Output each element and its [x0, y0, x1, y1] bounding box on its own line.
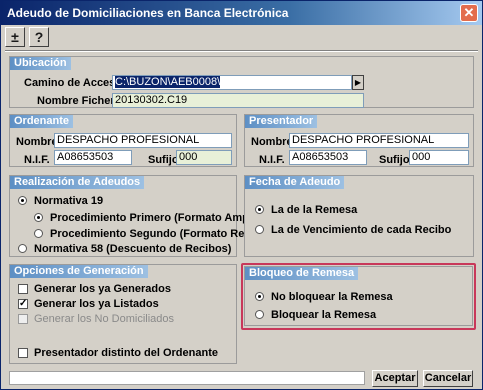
ordenante-sufijo-field[interactable]: 000 [176, 150, 232, 165]
generar-generados-checkbox[interactable] [18, 284, 28, 294]
normativa58-radio[interactable] [18, 244, 27, 253]
opciones-panel: Opciones de Generación Generar los ya Ge… [9, 264, 237, 364]
presentador-nombre-label: Nombre [251, 136, 293, 148]
presentador-distinto-label: Presentador distinto del Ordenante [34, 347, 218, 359]
browse-arrow-icon[interactable]: ▶ [352, 75, 364, 90]
normativa19-label: Normativa 19 [34, 195, 104, 207]
ubicacion-panel: Ubicación Camino de Acceso C:\BUZON\AEB0… [9, 56, 474, 108]
fecha-panel: Fecha de Adeudo La de la Remesa La de Ve… [244, 175, 474, 257]
dialog-window: Adeudo de Domiciliaciones en Banca Elect… [0, 0, 483, 390]
generar-generados-label: Generar los ya Generados [34, 283, 171, 295]
presentador-panel: Presentador Nombre DESPACHO PROFESIONAL … [244, 114, 474, 167]
ordenante-panel: Ordenante Nombre DESPACHO PROFESIONAL N.… [9, 114, 237, 167]
ordenante-sufijo-label: Sufijo [148, 154, 179, 166]
generar-listados-label: Generar los ya Listados [34, 298, 159, 310]
ordenante-nif-field[interactable]: A08653503 [54, 150, 132, 165]
aceptar-button[interactable]: Aceptar [372, 370, 418, 387]
camino-value: C:\BUZON\AEB0008\ [115, 76, 221, 88]
presentador-sufijo-label: Sufijo [379, 154, 410, 166]
proc-primero-radio[interactable] [34, 213, 43, 222]
realizacion-panel: Realización de Adeudos Normativa 19 Proc… [9, 175, 258, 257]
status-bar [9, 371, 365, 385]
presentador-nombre-field[interactable]: DESPACHO PROFESIONAL [289, 133, 469, 148]
no-bloquear-radio[interactable] [255, 292, 264, 301]
title-bar: Adeudo de Domiciliaciones en Banca Elect… [1, 1, 482, 25]
normativa19-radio[interactable] [18, 196, 27, 205]
proc-segundo-radio[interactable] [34, 229, 43, 238]
bloquear-label: Bloquear la Remesa [271, 309, 377, 321]
ubicacion-header: Ubicación [10, 57, 71, 70]
ordenante-nif-label: N.I.F. [24, 154, 50, 166]
presentador-sufijo-field[interactable]: 000 [409, 150, 469, 165]
fecha-vencimiento-label: La de Vencimiento de cada Recibo [271, 224, 452, 236]
cancelar-button[interactable]: Cancelar [423, 370, 473, 387]
fecha-remesa-radio[interactable] [255, 205, 264, 214]
presentador-nif-label: N.I.F. [259, 154, 285, 166]
ordenante-header: Ordenante [10, 115, 74, 128]
presentador-nif-field[interactable]: A08653503 [289, 150, 367, 165]
normativa58-label: Normativa 58 (Descuento de Recibos) [34, 243, 232, 255]
bloqueo-header: Bloqueo de Remesa [245, 267, 359, 280]
presentador-header: Presentador [245, 115, 318, 128]
presentador-distinto-checkbox[interactable] [18, 348, 28, 358]
camino-field[interactable]: C:\BUZON\AEB0008\ [112, 75, 352, 90]
generar-no-domiciliados-label: Generar los No Domiciliados [34, 313, 174, 325]
fecha-remesa-label: La de la Remesa [271, 204, 358, 216]
fecha-vencimiento-radio[interactable] [255, 225, 264, 234]
generar-no-domiciliados-checkbox[interactable] [18, 314, 28, 324]
realizacion-header: Realización de Adeudos [10, 176, 145, 189]
close-icon[interactable]: ✕ [460, 4, 478, 22]
proc-segundo-label: Procedimiento Segundo (Formato Red.) [50, 228, 258, 240]
bloquear-radio[interactable] [255, 310, 264, 319]
fecha-header: Fecha de Adeudo [245, 176, 345, 189]
ordenante-nombre-field[interactable]: DESPACHO PROFESIONAL [54, 133, 232, 148]
plus-minus-button[interactable]: ± [5, 27, 25, 47]
nombre-fichero-label: Nombre Fichero [37, 95, 122, 107]
bloqueo-panel: Bloqueo de Remesa No bloquear la Remesa … [244, 266, 473, 326]
no-bloquear-label: No bloquear la Remesa [271, 291, 393, 303]
proc-primero-label: Procedimiento Primero (Formato Amp.) [50, 212, 256, 224]
camino-label: Camino de Acceso [24, 77, 123, 89]
help-button[interactable]: ? [29, 27, 49, 47]
ordenante-nombre-label: Nombre [16, 136, 58, 148]
nombre-fichero-field[interactable]: 20130302.C19 [112, 93, 364, 108]
opciones-header: Opciones de Generación [10, 265, 148, 278]
window-title: Adeudo de Domiciliaciones en Banca Elect… [7, 6, 289, 20]
toolbar-separator [5, 50, 478, 52]
generar-listados-checkbox[interactable]: ✓ [18, 299, 28, 309]
